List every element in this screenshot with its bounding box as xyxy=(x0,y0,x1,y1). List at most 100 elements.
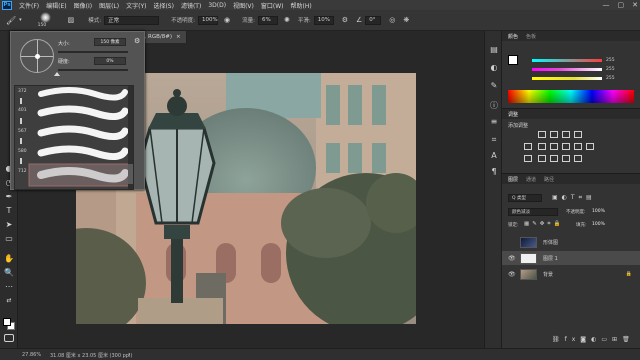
document-info[interactable]: 31.08 厘米 x 23.05 厘米 (300 ppi) xyxy=(50,352,132,359)
zoom-tool-icon[interactable]: 🔍 xyxy=(3,267,15,278)
info-icon[interactable]: ⓘ xyxy=(489,101,499,111)
minimize-button[interactable]: — xyxy=(603,1,610,9)
type-tool-icon[interactable]: T xyxy=(3,205,15,216)
new-layer-icon[interactable]: ⊞ xyxy=(612,336,622,343)
hardness-slider[interactable] xyxy=(58,69,128,71)
zoom-level[interactable]: 27.86% xyxy=(22,352,41,358)
blue-value[interactable]: 255 xyxy=(606,76,615,81)
blend-mode-select[interactable]: 颜色减淡 xyxy=(508,208,558,216)
layer-row[interactable]: 👁 背景 🔒 xyxy=(502,267,640,281)
menu-edit[interactable]: 编辑(E) xyxy=(46,1,66,10)
menu-select[interactable]: 选择(S) xyxy=(153,1,174,10)
brush-panel-toggle-icon[interactable]: ▨ xyxy=(68,16,75,24)
smoothing-field[interactable]: 10% xyxy=(313,15,334,25)
menu-filter[interactable]: 滤镜(T) xyxy=(181,1,201,10)
menu-type[interactable]: 文字(Y) xyxy=(126,1,146,10)
layer-style-icon[interactable]: fx xyxy=(565,336,581,343)
pressure-size-icon[interactable]: ◎ xyxy=(389,16,395,24)
rectangle-tool-icon[interactable]: ▭ xyxy=(3,233,15,244)
pressure-opacity-icon[interactable]: ◉ xyxy=(224,16,230,24)
brush-list[interactable]: 372 401 567 580 712 xyxy=(14,85,134,190)
character-icon[interactable]: ¶ xyxy=(489,167,499,177)
channel-mixer-icon[interactable] xyxy=(586,143,594,150)
hardness-slider-handle[interactable] xyxy=(54,72,60,76)
menu-layer[interactable]: 图层(L) xyxy=(99,1,119,10)
menu-help[interactable]: 帮助(H) xyxy=(291,1,312,10)
flow-field[interactable]: 6% xyxy=(257,15,278,25)
angle-field[interactable]: 0° xyxy=(365,15,382,25)
hue-saturation-icon[interactable] xyxy=(538,143,546,150)
pen-tool-icon[interactable]: ✒ xyxy=(3,191,15,202)
brush-preset-picker[interactable]: 150 xyxy=(36,11,58,29)
lock-icon[interactable]: 🔒 xyxy=(626,271,632,277)
size-slider[interactable] xyxy=(58,51,128,53)
eye-icon[interactable]: 👁 xyxy=(508,255,516,262)
green-slider[interactable]: 255 xyxy=(532,66,632,72)
opacity-field[interactable]: 100% xyxy=(198,15,219,25)
lock-icons[interactable]: ▦✎✥⌗🔒 xyxy=(524,221,563,228)
color-spectrum-bar[interactable] xyxy=(508,90,634,103)
mode-select[interactable]: 正常 xyxy=(104,15,160,25)
glyphs-icon[interactable]: ⌗ xyxy=(489,135,499,145)
gear-icon[interactable]: ⚙ xyxy=(134,37,140,45)
exposure-icon[interactable] xyxy=(574,131,582,138)
new-adjustment-icon[interactable]: ◐ xyxy=(591,336,601,343)
brush-tool-icon[interactable]: 🖌 xyxy=(6,16,16,25)
link-layers-icon[interactable]: ⛓ xyxy=(552,336,565,343)
layer-opacity-value[interactable]: 100% xyxy=(592,209,605,214)
panel-foreground-swatch[interactable] xyxy=(508,55,518,65)
brush-list-scrollbar[interactable] xyxy=(128,86,133,189)
curves-icon[interactable] xyxy=(562,131,570,138)
red-value[interactable]: 255 xyxy=(606,58,615,63)
tab-color[interactable]: 颜色 xyxy=(508,33,518,40)
layer-kind-filter[interactable]: Q 类型 xyxy=(508,194,542,202)
threshold-icon[interactable] xyxy=(550,155,558,162)
paragraph-icon[interactable]: A xyxy=(489,151,499,161)
brightness-contrast-icon[interactable] xyxy=(538,131,546,138)
layer-row-selected[interactable]: 👁 图层 1 xyxy=(502,251,640,265)
red-slider[interactable]: 255 xyxy=(532,57,632,63)
add-mask-icon[interactable]: ◙ xyxy=(580,336,591,343)
tab-swatches[interactable]: 色板 xyxy=(526,33,536,40)
tab-channels[interactable]: 通道 xyxy=(526,176,536,183)
vibrance-icon[interactable] xyxy=(524,143,532,150)
color-balance-icon[interactable] xyxy=(550,143,558,150)
green-value[interactable]: 255 xyxy=(606,67,615,72)
selective-color-icon[interactable] xyxy=(562,155,570,162)
tab-close-icon[interactable]: × xyxy=(176,34,181,40)
history-icon[interactable]: ▤ xyxy=(489,45,499,55)
menu-file[interactable]: 文件(F) xyxy=(19,1,39,10)
edit-toolbar-icon[interactable]: ⇄ xyxy=(3,295,15,306)
levels-icon[interactable] xyxy=(550,131,558,138)
fill-value[interactable]: 100% xyxy=(592,222,605,227)
tab-paths[interactable]: 路径 xyxy=(544,176,554,183)
layer-row[interactable]: 形体图 xyxy=(502,235,640,249)
menu-view[interactable]: 视图(V) xyxy=(233,1,254,10)
gear-icon[interactable]: ⚙ xyxy=(342,16,348,24)
chevron-right-icon[interactable]: › xyxy=(128,351,130,358)
black-white-icon[interactable] xyxy=(562,143,570,150)
blue-slider[interactable]: 255 xyxy=(532,75,632,81)
layer-filter-icons[interactable]: ▣◐T⌗▤ xyxy=(552,194,596,202)
size-field[interactable]: 150 像素 xyxy=(94,38,126,46)
tab-adjustments[interactable]: 调整 xyxy=(508,111,518,118)
path-selection-tool-icon[interactable]: ➤ xyxy=(3,219,15,230)
hardness-field[interactable]: 0% xyxy=(94,57,126,65)
posterize-icon[interactable] xyxy=(538,155,546,162)
maximize-button[interactable]: ▢ xyxy=(618,1,625,9)
symmetry-icon[interactable]: ❋ xyxy=(403,16,409,24)
menu-window[interactable]: 窗口(W) xyxy=(261,1,284,10)
photo-filter-icon[interactable] xyxy=(574,143,582,150)
invert-icon[interactable] xyxy=(524,155,532,162)
properties-icon[interactable]: ≡ xyxy=(489,117,499,127)
brush-settings-icon[interactable]: ✎ xyxy=(489,81,499,91)
gradient-map-icon[interactable] xyxy=(574,155,582,162)
menu-image[interactable]: 图像(I) xyxy=(74,1,92,10)
trash-icon[interactable]: 🗑 xyxy=(622,336,635,343)
quick-mask-icon[interactable] xyxy=(4,334,14,342)
brush-angle-widget[interactable] xyxy=(20,39,54,73)
eye-icon[interactable]: 👁 xyxy=(508,271,516,278)
chevron-down-icon[interactable]: ▾ xyxy=(19,17,22,23)
close-button[interactable]: ✕ xyxy=(632,1,638,9)
menu-3d[interactable]: 3D(D) xyxy=(208,2,226,9)
